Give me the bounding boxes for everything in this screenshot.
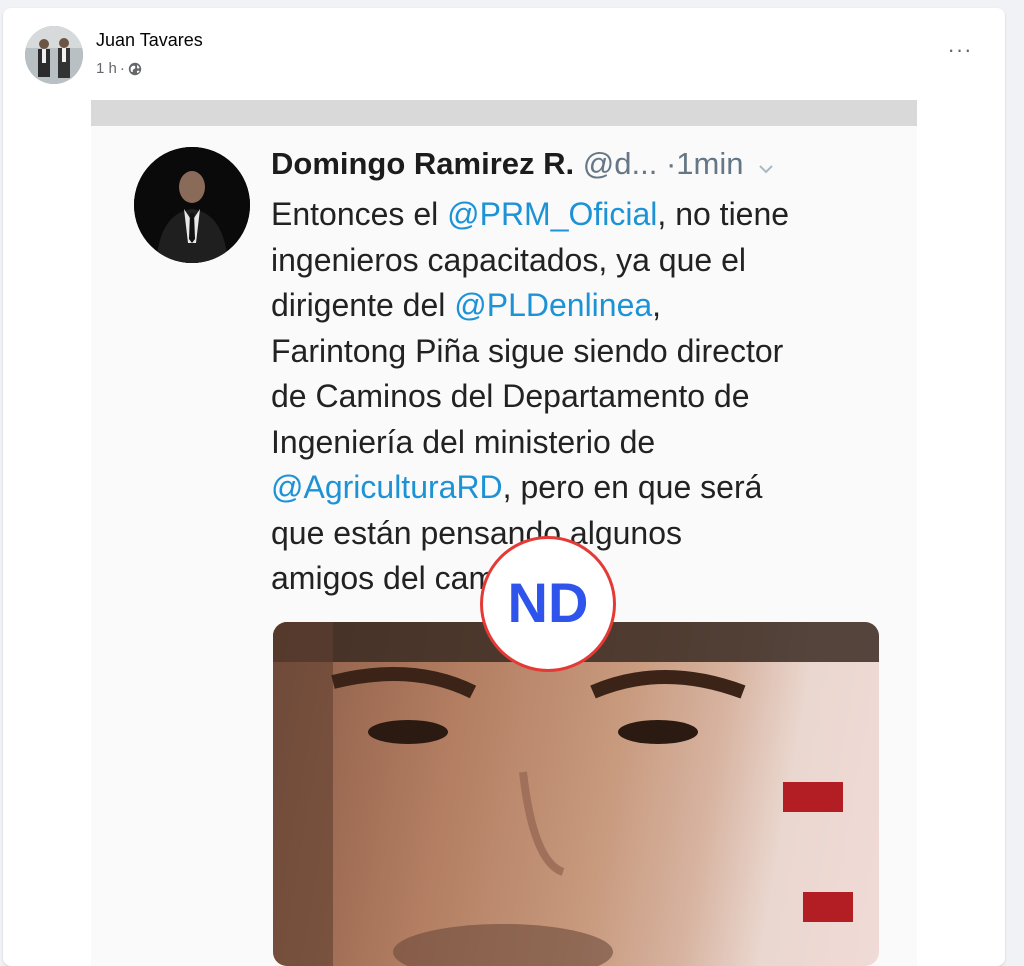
tweet-text-segment: Ingeniería del ministerio de [271,423,656,460]
tweet-text-segment: ingenieros capacitados, ya que el [271,241,746,278]
tweet-text-line: dirigente del @PLDenlinea, [271,283,911,329]
more-icon: ··· [947,37,973,62]
tweet-text-segment: , [652,287,662,323]
image-top-strip [91,100,917,126]
post-header: Juan Tavares 1 h · ··· [3,8,1005,98]
nd-watermark-logo: ND [480,536,616,672]
tweet-header: Domingo Ramirez R. @d... ·1min [271,146,774,182]
tweet-author-name: Domingo Ramirez R. [271,146,575,181]
tweet-media-image [273,622,879,966]
tweet-text-segment: dirigente del [271,287,455,323]
tweet-text-line: @AgriculturaRD, pero en que será [271,465,911,511]
watermark-text: ND [508,574,589,634]
tweet-mention-link: @PLDenlinea [454,287,653,323]
tweet-text-line: ingenieros capacitados, ya que el [271,238,911,284]
tweet-text-segment: que están pensando algunos [271,514,683,551]
tweet-text-line: Entonces el @PRM_Oficial, no tiene [271,192,911,238]
avatar-photo [25,26,83,84]
tweet-author-avatar [134,147,250,263]
meta-separator: · [119,60,125,77]
post-meta: 1 h · [96,60,142,77]
tweet-text-segment: de Caminos del Departamento de [271,378,750,414]
post-card: Juan Tavares 1 h · ··· Domingo Ramirez R… [3,8,1005,966]
post-time[interactable]: 1 h [96,60,117,77]
tweet-text-segment: Farintong Piña sigue siendo director [271,332,784,369]
tweet-time: ·1min [665,146,744,181]
shared-tweet-screenshot[interactable]: Domingo Ramirez R. @d... ·1min Entonces … [91,100,917,966]
tweet-author-handle: @d... [582,146,658,181]
tweet-text-line: que están pensando algunos [271,511,911,557]
tweet-text-line: de Caminos del Departamento de [271,374,911,420]
tweet-mention-link: @AgriculturaRD [271,469,503,505]
globe-icon[interactable] [128,62,142,76]
tweet-mention-link: @PRM_Oficial [447,196,658,232]
tweet-text-segment: Entonces el [271,196,448,232]
tweet-text: Entonces el @PRM_Oficial, no tiene ingeni… [271,192,911,602]
tweet-text-line: Ingeniería del ministerio de [271,420,911,466]
tweet-avatar-photo [134,147,250,263]
face-photo [273,622,879,966]
tweet-text-segment: , pero en que será [502,469,763,505]
chevron-down-icon [758,154,774,179]
more-options-button[interactable]: ··· [945,37,975,62]
tweet-text-segment: , no tiene [657,196,790,232]
tweet-text-line: Farintong Piña sigue siendo director [271,329,911,375]
author-name[interactable]: Juan Tavares [96,30,203,51]
author-avatar[interactable] [25,26,83,84]
